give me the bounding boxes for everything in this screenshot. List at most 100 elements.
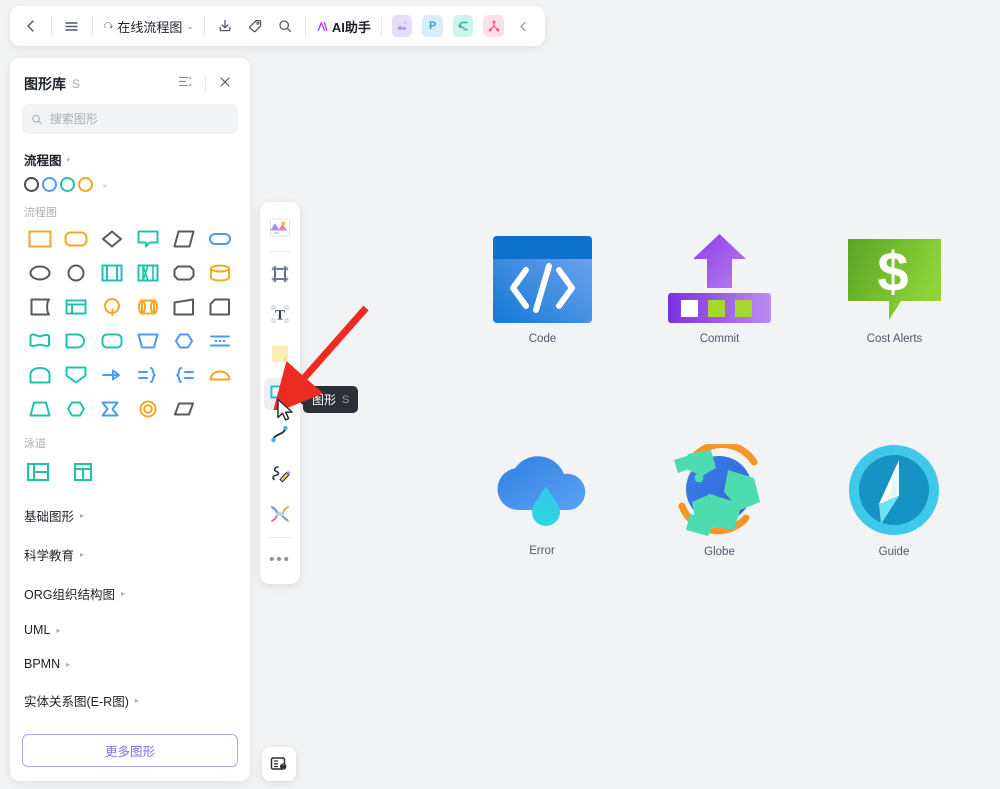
document-name-button[interactable]: 在线流程图 ⌄ <box>98 11 199 41</box>
document-caret-icon: ⌄ <box>186 20 194 31</box>
shape-trapezoid-right[interactable] <box>166 291 202 323</box>
sticky-note-tool[interactable] <box>264 338 296 370</box>
shape-note-lines[interactable] <box>202 325 238 357</box>
category-basic-shapes[interactable]: 基础图形 ▸ <box>22 496 238 535</box>
shape-internal-storage[interactable] <box>58 291 94 323</box>
chevron-right-icon: ▸ <box>120 589 125 598</box>
shape-parallelogram-data[interactable] <box>166 223 202 255</box>
canvas-item-code[interactable]: Code <box>493 236 592 345</box>
plugin-image-button[interactable] <box>387 11 418 41</box>
category-er-diagram[interactable]: 实体关系图(E-R图) ▸ <box>22 681 238 720</box>
collapse-plugins-button[interactable] <box>509 11 539 41</box>
swatch-orange[interactable] <box>78 177 93 192</box>
toolbar-divider-4 <box>304 16 306 36</box>
panel-scroll-area[interactable]: 流程图 ▾ ⌄ 流程图 泳道 基础图形 ▸ 科学教育 ▸ ORG组织结构图 ▸ … <box>10 144 250 724</box>
category-uml[interactable]: UML ▸ <box>22 613 238 647</box>
chevron-right-icon: ▸ <box>134 696 139 705</box>
tag-icon <box>248 19 262 33</box>
category-label: BPMN <box>24 657 61 671</box>
canvas-caption: Guide <box>878 546 910 558</box>
shape-delay-dshape[interactable] <box>58 325 94 357</box>
shape-ribbon-arrow[interactable] <box>94 393 130 425</box>
canvas-item-globe[interactable]: Globe <box>668 444 771 558</box>
shape-terminator-dome[interactable] <box>22 359 58 391</box>
canvas-item-commit[interactable]: Commit <box>668 232 771 345</box>
plugin-mindmap-button[interactable] <box>448 11 479 41</box>
presenter-mode-button[interactable] <box>262 747 296 781</box>
shape-swimlane-vertical[interactable] <box>67 456 99 488</box>
close-icon[interactable] <box>214 73 236 96</box>
plugin-tree-button[interactable] <box>478 11 509 41</box>
shape-decision-diamond[interactable] <box>94 223 130 255</box>
shape-card-notch[interactable] <box>202 291 238 323</box>
search-icon <box>32 114 42 124</box>
search-box[interactable] <box>22 104 238 134</box>
shape-loop-limit-round[interactable] <box>94 325 130 357</box>
shape-connector-offpage-q[interactable] <box>94 291 130 323</box>
text-tool[interactable]: T <box>264 298 296 330</box>
shape-octagon-soft[interactable] <box>166 257 202 289</box>
pen-tool[interactable] <box>264 458 296 490</box>
swatch-dark[interactable] <box>24 177 39 192</box>
shape-circle[interactable] <box>58 257 94 289</box>
shape-stadium-terminator[interactable] <box>202 223 238 255</box>
template-tool[interactable] <box>264 212 296 244</box>
shape-ellipse[interactable] <box>22 257 58 289</box>
frame-tool[interactable] <box>264 258 296 290</box>
shape-hexagon-prep[interactable] <box>166 325 202 357</box>
shape-merge-arrow[interactable] <box>94 359 130 391</box>
canvas-caption: Code <box>528 333 557 345</box>
more-tools-button[interactable]: ••• <box>264 544 296 576</box>
canvas-item-guide[interactable]: Guide <box>845 444 943 558</box>
shape-double-circle-target[interactable] <box>130 393 166 425</box>
category-label: UML <box>24 623 51 637</box>
shape-hexagon-outline[interactable] <box>58 393 94 425</box>
plugin-presentation-button[interactable]: P <box>417 11 448 41</box>
panel-title-shortcut: S <box>72 77 81 91</box>
canvas-item-cost-alerts[interactable]: $ Cost Alerts <box>845 236 944 345</box>
back-button[interactable] <box>16 11 46 41</box>
shape-wave-document[interactable] <box>22 325 58 357</box>
shape-shield-pentagon[interactable] <box>58 359 94 391</box>
tag-button[interactable] <box>240 11 270 41</box>
search-input[interactable] <box>49 112 229 126</box>
category-science-education[interactable]: 科学教育 ▸ <box>22 535 238 574</box>
shape-database-cylinder[interactable] <box>202 257 238 289</box>
menu-button[interactable] <box>57 11 87 41</box>
search-button[interactable] <box>270 11 300 41</box>
canvas-caption: Cost Alerts <box>866 333 923 345</box>
shape-direct-access-storage[interactable] <box>130 291 166 323</box>
shape-callout-flag[interactable] <box>130 223 166 255</box>
shape-rounded-rect[interactable] <box>58 223 94 255</box>
canvas-item-error[interactable]: Error <box>492 448 592 557</box>
swatch-blue[interactable] <box>42 177 57 192</box>
shape-manual-operation[interactable] <box>130 325 166 357</box>
error-icon <box>497 456 586 526</box>
ai-sparkle-icon <box>317 21 328 31</box>
shape-swimlane-horizontal[interactable] <box>22 456 54 488</box>
shape-process-rect[interactable] <box>22 223 58 255</box>
shape-brace-right[interactable] <box>130 359 166 391</box>
export-button[interactable] <box>210 11 240 41</box>
color-expand-caret-icon[interactable]: ⌄ <box>101 179 109 190</box>
shape-document-curve[interactable] <box>22 291 58 323</box>
code-icon <box>493 236 592 323</box>
shape-predefined-process[interactable] <box>94 257 130 289</box>
group-flowchart-header[interactable]: 流程图 ▾ <box>22 144 238 173</box>
category-org-chart[interactable]: ORG组织结构图 ▸ <box>22 574 238 613</box>
more-shapes-button[interactable]: 更多图形 <box>22 734 238 767</box>
shape-slanted-parallelogram[interactable] <box>166 393 202 425</box>
swatch-teal[interactable] <box>60 177 75 192</box>
shape-manual-input-trapezoid[interactable] <box>22 393 58 425</box>
image-plugin-icon <box>391 15 413 37</box>
category-bpmn[interactable]: BPMN ▸ <box>22 647 238 681</box>
connector-tool[interactable] <box>264 498 296 530</box>
sort-icon[interactable] <box>174 72 197 96</box>
shape-multi-document-table[interactable] <box>130 257 166 289</box>
ai-assistant-label: AI助手 <box>331 19 371 35</box>
mindmap-plugin-icon <box>452 15 474 37</box>
shape-half-dome-orange[interactable] <box>202 359 238 391</box>
ai-assistant-button[interactable]: AI助手 <box>311 11 376 41</box>
shape-brace-left[interactable] <box>166 359 202 391</box>
